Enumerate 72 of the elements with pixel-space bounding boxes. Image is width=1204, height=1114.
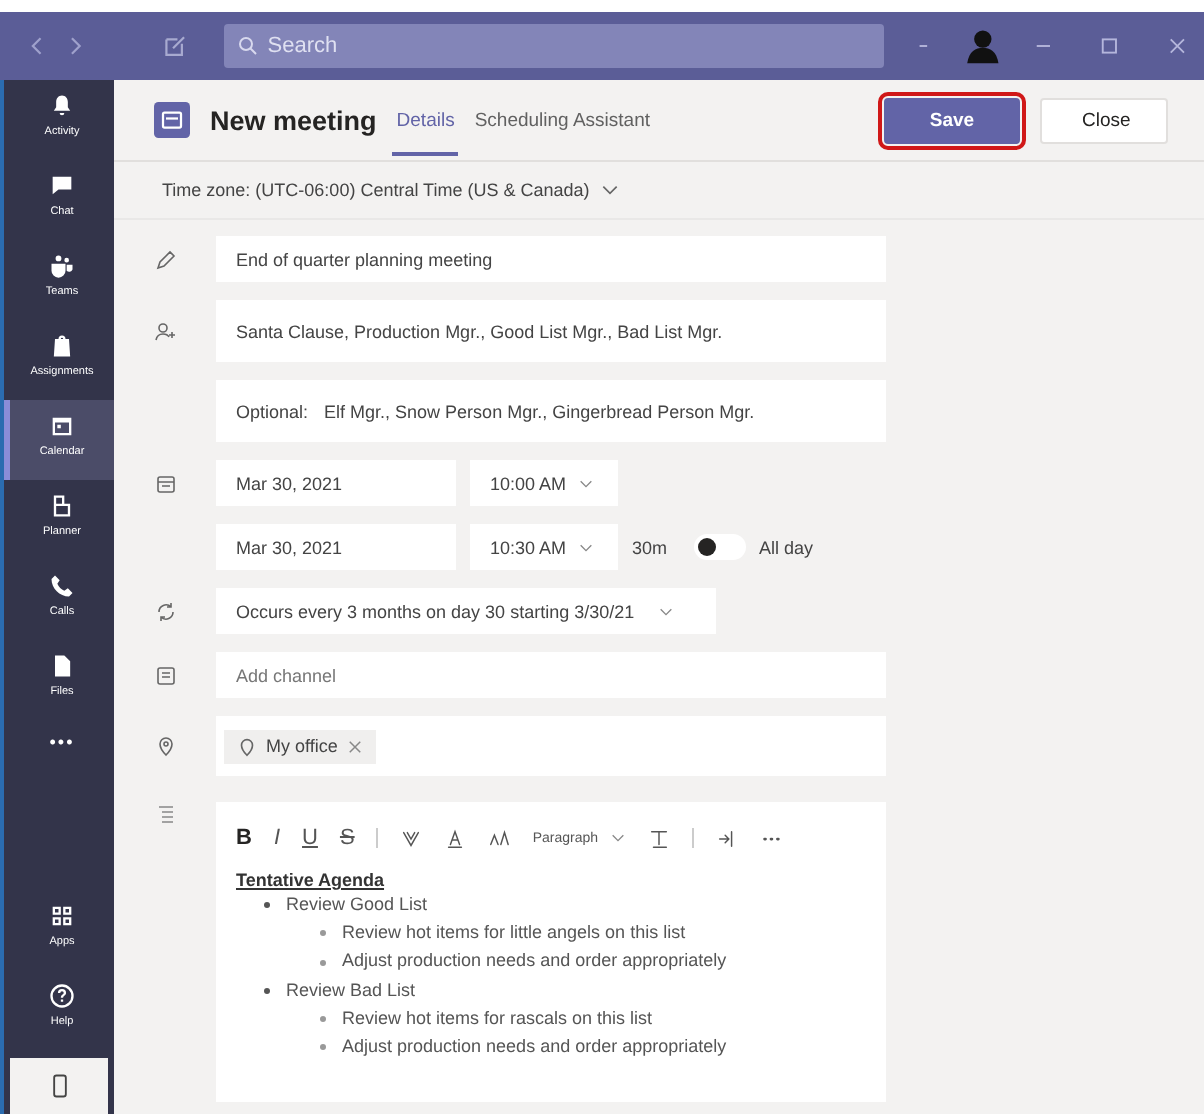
page-title: New meeting (210, 105, 377, 135)
format-button[interactable]: S (339, 826, 355, 850)
format-icon[interactable] (488, 827, 511, 849)
chevron-icon (599, 180, 620, 200)
all-day-toggle[interactable] (693, 534, 746, 560)
repeat-icon (154, 599, 178, 623)
details-icon (154, 802, 178, 826)
close-icon[interactable] (1165, 34, 1189, 58)
format-button[interactable]: I (273, 826, 281, 850)
list-item: Adjust production needs and order appropriately (342, 1034, 727, 1060)
list-item: Review hot items for rascals on this list (342, 1005, 653, 1032)
board-icon (48, 492, 76, 520)
list-item: Adjust production needs and order appropriately (342, 948, 727, 975)
bullet-icon (320, 1016, 326, 1022)
recurrence-dropdown[interactable]: Occurs every 3 months on day 30 starting 3/30/21 (216, 588, 716, 634)
search-field[interactable]: Search (223, 24, 884, 68)
maximize-icon[interactable] (1098, 34, 1122, 58)
bullet-icon (264, 987, 270, 994)
chevron-icon (578, 539, 595, 555)
duration-label: 30m (632, 537, 668, 557)
bullet-icon (320, 930, 326, 937)
bullet-icon (264, 902, 270, 908)
optional-attendees-field[interactable]: Optional: Elf Mgr., Snow Person Mgr., Gingerbread Person Mgr. (216, 380, 886, 442)
start-time-dropdown[interactable]: 10:00 AM (470, 460, 618, 506)
bullet-icon (320, 1044, 326, 1051)
end-time-dropdown[interactable]: 10:30 AM (470, 524, 618, 570)
bag-icon (48, 332, 76, 360)
all-day-label: All day (759, 537, 814, 557)
location-icon (154, 734, 178, 758)
calendar-icon (48, 412, 76, 440)
end-date-field[interactable]: Mar 30, 2021 (216, 524, 456, 570)
people-icon (154, 319, 178, 343)
calendar-icon (154, 102, 190, 138)
channel-field[interactable]: Add channel (216, 652, 886, 698)
list-item: Review hot items for little angels on this list (342, 920, 686, 946)
time-zone-dropdown[interactable]: Time zone: (UTC-06:00) Central Time (US & Canada) (162, 180, 620, 200)
title-field[interactable]: End of quarter planning meeting (216, 236, 886, 282)
clear-format-icon[interactable] (648, 827, 671, 849)
compose-icon[interactable] (161, 32, 188, 60)
location-chip[interactable]: My office (224, 729, 376, 763)
bell-icon (48, 92, 76, 120)
format-button[interactable]: B (236, 826, 252, 850)
people-icon (48, 252, 76, 280)
description-editor[interactable] (216, 802, 886, 1102)
calendar-icon (154, 471, 178, 495)
format-icon[interactable] (400, 827, 423, 849)
avatar-icon[interactable] (962, 24, 1004, 68)
pencil-icon (154, 247, 178, 271)
tab[interactable]: Scheduling Assistant (470, 85, 654, 155)
location-icon (236, 735, 258, 757)
rail-item[interactable]: ••• (4, 720, 114, 800)
channel-icon (154, 663, 178, 687)
phone-icon (48, 572, 76, 600)
start-date-field[interactable]: Mar 30, 2021 (216, 460, 456, 506)
agenda-heading: Tentative Agenda (236, 870, 387, 890)
location-field[interactable]: My office (216, 716, 886, 776)
apps-icon (48, 902, 76, 930)
list-item: Review Good List (286, 891, 428, 918)
bullet-icon (320, 959, 326, 965)
remove-icon[interactable] (345, 737, 364, 755)
format-button[interactable]: U (302, 826, 318, 850)
search-icon (235, 34, 260, 58)
list-item: Review Bad List (286, 977, 416, 1003)
help-icon (48, 982, 76, 1010)
chevron-icon (578, 475, 595, 491)
attendees-field[interactable]: Santa Clause, Production Mgr., Good List Mgr., Bad List Mgr. (216, 300, 886, 362)
close-button[interactable]: Close (1040, 97, 1168, 143)
format-icon[interactable] (444, 827, 467, 849)
chevron-icon (610, 830, 627, 846)
chevron-icon (658, 603, 675, 619)
tab[interactable]: Details (392, 85, 459, 155)
device-button[interactable] (10, 1058, 108, 1114)
